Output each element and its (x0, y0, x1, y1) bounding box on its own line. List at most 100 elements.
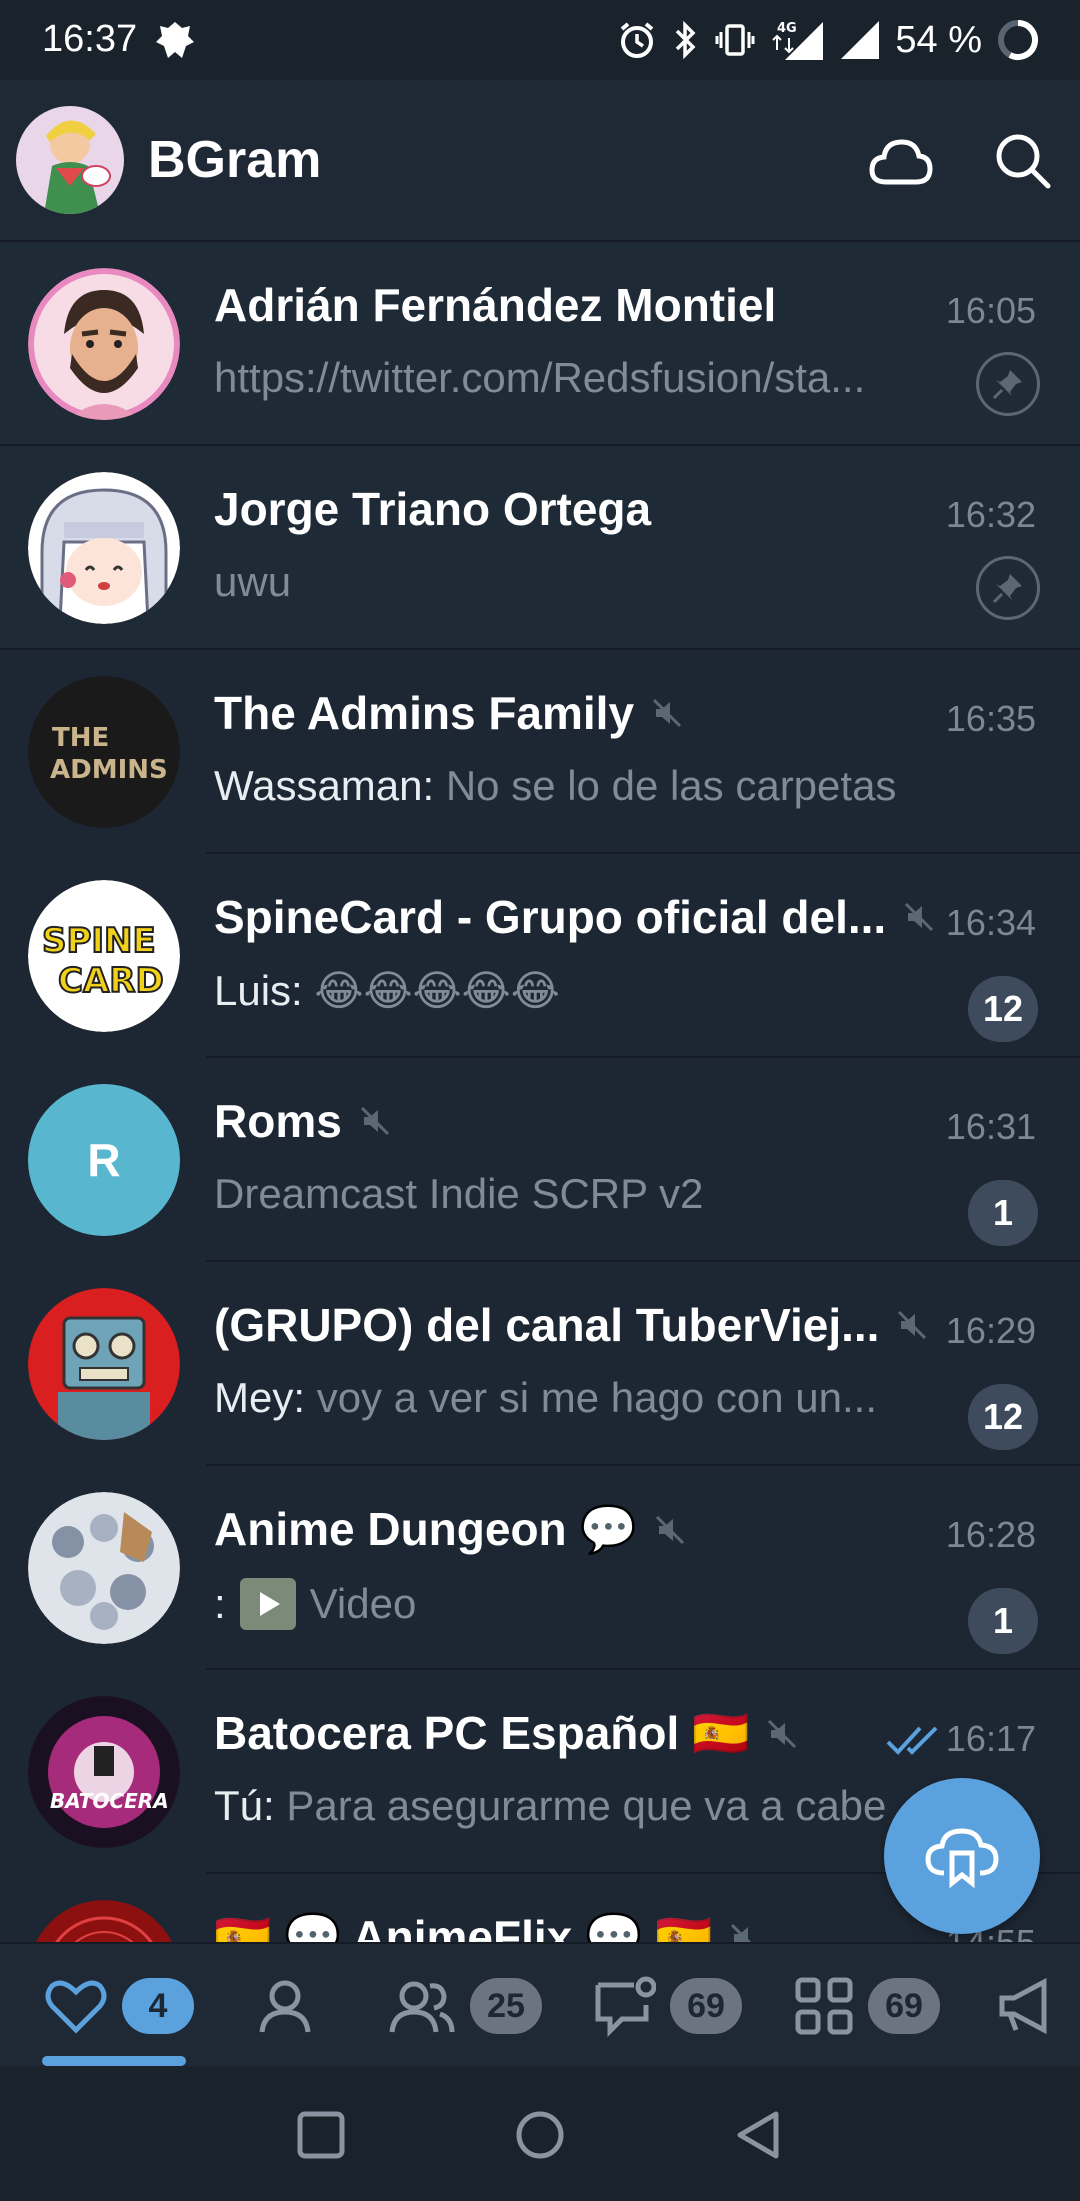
chat-avatar (28, 268, 180, 420)
chat-time: 16:32 (945, 494, 1036, 535)
tab-chats[interactable]: 69 (592, 1944, 742, 2068)
bluetooth-icon (676, 20, 696, 60)
preview-sender: Luis: (214, 967, 303, 1014)
chat-title: Adrián Fernández Montiel (214, 279, 777, 331)
notification-app-icon (156, 22, 194, 58)
unread-badge: 1 (968, 1180, 1038, 1246)
battery-percent: 54 % (895, 18, 982, 61)
avatar-logo-text: BATOCERA (50, 1789, 169, 1813)
chat-preview: Mey: voy a ver si me hago con un... (214, 1374, 877, 1422)
pin-icon (976, 556, 1040, 620)
preview-text: https://twitter.com/Redsfusion/sta... (214, 354, 866, 401)
preview-text: Para asegurarme que va a cabe (286, 1782, 887, 1829)
chat-name: SpineCard - Grupo oficial del... (214, 890, 934, 944)
chat-avatar: BATOCERA (28, 1696, 180, 1848)
chat-row[interactable]: SPINE CARD SpineCard - Grupo oficial del… (0, 854, 1080, 1058)
chat-list: Adrián Fernández Montiel 16:05 https://t… (0, 242, 1080, 1942)
megaphone-icon (999, 1977, 1047, 2035)
chat-time: 16:35 (945, 698, 1036, 739)
preview-text: 😂😂😂😂😂 (314, 967, 560, 1014)
chat-title: (GRUPO) del canal TuberViej... (214, 1299, 880, 1351)
tab-favorites[interactable]: 4 (44, 1944, 194, 2068)
chat-row[interactable]: (GRUPO) del canal TuberViej... 16:29 Mey… (0, 1262, 1080, 1466)
app-title: BGram (148, 131, 322, 189)
chat-title: Jorge Triano Ortega (214, 483, 652, 535)
muted-icon (652, 698, 682, 728)
tab-badge: 69 (868, 1978, 940, 2034)
chat-avatar: THE ADMINS (28, 676, 180, 828)
chat-preview: uwu (214, 558, 291, 606)
unread-badge: 1 (968, 1588, 1038, 1654)
chat-name: Roms (214, 1094, 390, 1148)
group-icon (389, 1981, 455, 2033)
tab-groups[interactable]: 25 (388, 1944, 542, 2068)
chat-avatar: SPINE CARD (28, 880, 180, 1032)
preview-text: No se lo de las carpetas (445, 762, 897, 809)
search-button[interactable] (990, 128, 1056, 194)
muted-icon (731, 1923, 752, 1942)
cloud-button[interactable] (866, 128, 936, 198)
chat-avatar (28, 1492, 180, 1644)
chat-name: Batocera PC Español 🇪🇸 (214, 1706, 797, 1761)
chat-row[interactable]: THE ADMINS The Admins Family 16:35 Wassa… (0, 650, 1080, 854)
chat-preview: Luis: 😂😂😂😂😂 (214, 966, 560, 1015)
chat-preview: Tú: Para asegurarme que va a cabe (214, 1782, 886, 1830)
recents-button[interactable] (294, 2108, 348, 2162)
chat-bubble-icon (595, 1976, 656, 2037)
chat-avatar (28, 1900, 180, 1942)
heart-icon (45, 1980, 107, 2034)
home-button[interactable] (513, 2108, 567, 2162)
chat-row[interactable]: R Roms 16:31 Dreamcast Indie SCRP v2 1 (0, 1058, 1080, 1262)
tab-all[interactable]: 69 (794, 1944, 940, 2068)
signal-icon (841, 21, 880, 59)
muted-icon (360, 1106, 389, 1136)
chat-preview: : Video (214, 1578, 416, 1630)
preview-text: uwu (214, 558, 292, 605)
muted-icon (655, 1515, 684, 1544)
double-check-icon (886, 1726, 938, 1755)
chat-preview: https://twitter.com/Redsfusion/sta... (214, 354, 865, 402)
avatar-letter: R (87, 1134, 121, 1186)
chat-title: 🇪🇸 💬 AnimeFlix 💬 🇪🇸 (214, 1911, 713, 1942)
avatar-logo-text: ADMINS (50, 755, 168, 785)
chat-title: SpineCard - Grupo oficial del... (214, 891, 887, 943)
cloud-bookmark-icon (925, 1828, 999, 1889)
preview-text: voy a ver si me hago con un... (316, 1374, 877, 1421)
preview-sender: Tú: (214, 1782, 275, 1829)
chat-title: Anime Dungeon 💬 (214, 1503, 637, 1555)
chat-avatar: R (28, 1084, 180, 1236)
chat-row[interactable]: Adrián Fernández Montiel 16:05 https://t… (0, 242, 1080, 446)
alarm-icon (621, 22, 654, 58)
active-tab-indicator (42, 2056, 186, 2066)
preview-sender: Wassaman: (214, 762, 435, 809)
status-time: 16:37 (42, 18, 138, 60)
system-nav-bar (0, 2066, 1080, 2201)
chat-time: 16:29 (945, 1310, 1036, 1351)
user-icon (259, 1980, 311, 2033)
pin-icon (976, 352, 1040, 416)
chat-name: (GRUPO) del canal TuberViej... (214, 1298, 927, 1352)
back-button[interactable] (732, 2108, 786, 2162)
chat-time: 16:31 (945, 1106, 1036, 1147)
chat-time: 16:05 (945, 290, 1036, 331)
battery-ring-icon (998, 20, 1038, 60)
cloud-fab-button[interactable] (884, 1778, 1040, 1934)
tab-badge: 25 (470, 1978, 542, 2034)
chat-avatar (28, 1288, 180, 1440)
chat-row[interactable]: Anime Dungeon 💬 16:28 : Video 1 (0, 1466, 1080, 1670)
preview-sender: Mey: (214, 1374, 306, 1421)
chat-name: 🇪🇸 💬 AnimeFlix 💬 🇪🇸 (214, 1910, 760, 1942)
chat-title: Roms (214, 1095, 342, 1147)
status-bar: 16:37 4G 54 % (0, 0, 1080, 80)
folder-tab-bar: 4 25 69 69 (0, 1942, 1080, 2068)
status-icons: 4G 54 % (617, 14, 1040, 66)
tab-contacts[interactable] (256, 1944, 314, 2068)
cloud-icon (869, 139, 933, 185)
profile-avatar[interactable] (16, 106, 124, 214)
avatar-logo-text: SPINE (42, 921, 156, 961)
vibrate-icon (715, 24, 755, 56)
chat-name: Jorge Triano Ortega (214, 482, 651, 536)
chat-row[interactable]: Jorge Triano Ortega 16:32 uwu (0, 446, 1080, 650)
search-icon (996, 134, 1051, 189)
tab-channels[interactable] (996, 1944, 1056, 2068)
